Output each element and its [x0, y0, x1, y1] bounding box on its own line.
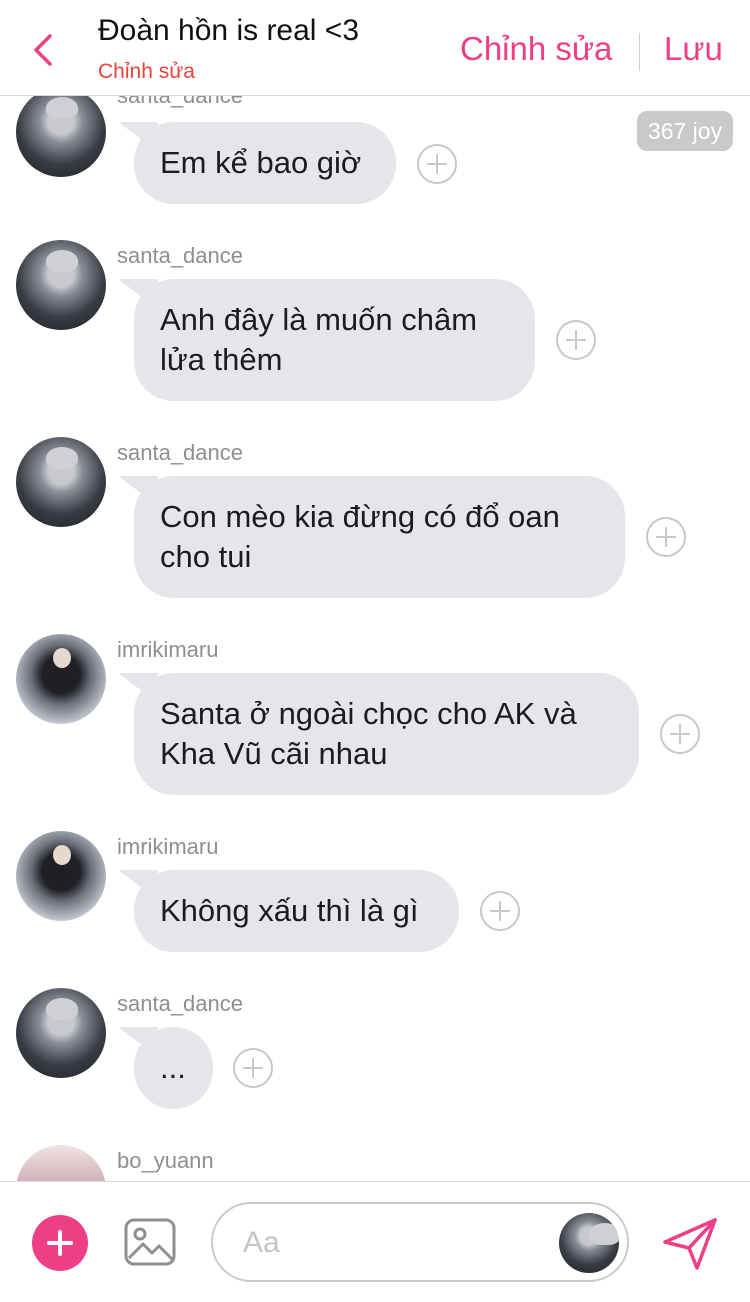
- plus-icon[interactable]: [32, 1215, 88, 1271]
- message-text: Em kể bao giờ: [160, 145, 362, 180]
- avatar[interactable]: [16, 95, 106, 177]
- add-reaction-plus-icon[interactable]: [556, 320, 596, 360]
- add-reaction-plus-icon[interactable]: [417, 144, 457, 184]
- message-bubble[interactable]: Em kể bao giờ: [134, 122, 396, 204]
- avatar[interactable]: [16, 634, 106, 724]
- message-username[interactable]: santa_dance: [117, 95, 243, 109]
- message-bubble[interactable]: Không xấu thì là gì: [134, 870, 459, 952]
- save-button[interactable]: Lưu: [664, 30, 723, 68]
- message-text-line: Con mèo kia đừng có đổ oan: [160, 499, 560, 534]
- back-chevron-icon[interactable]: [26, 30, 62, 70]
- joy-count-badge: 367 joy: [637, 111, 733, 151]
- chat-header: Đoàn hồn is real <3 Chỉnh sửa Chỉnh sửa …: [0, 0, 750, 96]
- avatar[interactable]: [16, 240, 106, 330]
- header-divider: [639, 33, 640, 71]
- message-text: ...: [160, 1050, 186, 1085]
- message-username[interactable]: bo_yuann: [117, 1148, 214, 1174]
- message-bubble[interactable]: Anh đây là muốn châm lửa thêm: [134, 279, 535, 401]
- image-icon[interactable]: [124, 1218, 176, 1266]
- message-text: Không xấu thì là gì: [160, 893, 419, 928]
- message-username[interactable]: santa_dance: [117, 243, 243, 269]
- chat-subtitle[interactable]: Chỉnh sửa: [98, 60, 195, 84]
- message-text-line: Anh đây là muốn châm: [160, 302, 478, 337]
- avatar[interactable]: [16, 988, 106, 1078]
- add-reaction-plus-icon[interactable]: [233, 1048, 273, 1088]
- message-input[interactable]: [241, 1218, 545, 1268]
- message-bubble[interactable]: Con mèo kia đừng có đổ oan cho tui: [134, 476, 625, 598]
- add-reaction-plus-icon[interactable]: [660, 714, 700, 754]
- message-text-line: cho tui: [160, 539, 252, 574]
- message-username[interactable]: imrikimaru: [117, 834, 218, 860]
- composer-bar: [0, 1181, 750, 1302]
- edit-button[interactable]: Chỉnh sửa: [460, 30, 612, 68]
- message-bubble[interactable]: ...: [134, 1027, 213, 1109]
- message-bubble[interactable]: Santa ở ngoài chọc cho AK và Kha Vũ cãi …: [134, 673, 639, 795]
- input-avatar[interactable]: [559, 1213, 619, 1273]
- message-username[interactable]: imrikimaru: [117, 637, 218, 663]
- avatar[interactable]: [16, 831, 106, 921]
- chat-title: Đoàn hồn is real <3: [98, 14, 360, 47]
- message-list[interactable]: santa_dance Em kể bao giờ 367 joy santa_…: [0, 95, 750, 1181]
- message-text-line: Kha Vũ cãi nhau: [160, 736, 388, 771]
- send-icon[interactable]: [661, 1216, 719, 1272]
- message-text-line: Santa ở ngoài chọc cho AK và: [160, 696, 577, 731]
- message-username[interactable]: santa_dance: [117, 991, 243, 1017]
- avatar[interactable]: [16, 1145, 106, 1181]
- avatar[interactable]: [16, 437, 106, 527]
- add-reaction-plus-icon[interactable]: [646, 517, 686, 557]
- add-reaction-plus-icon[interactable]: [480, 891, 520, 931]
- message-text-line: lửa thêm: [160, 342, 283, 377]
- message-username[interactable]: santa_dance: [117, 440, 243, 466]
- message-input-wrapper[interactable]: [211, 1202, 629, 1282]
